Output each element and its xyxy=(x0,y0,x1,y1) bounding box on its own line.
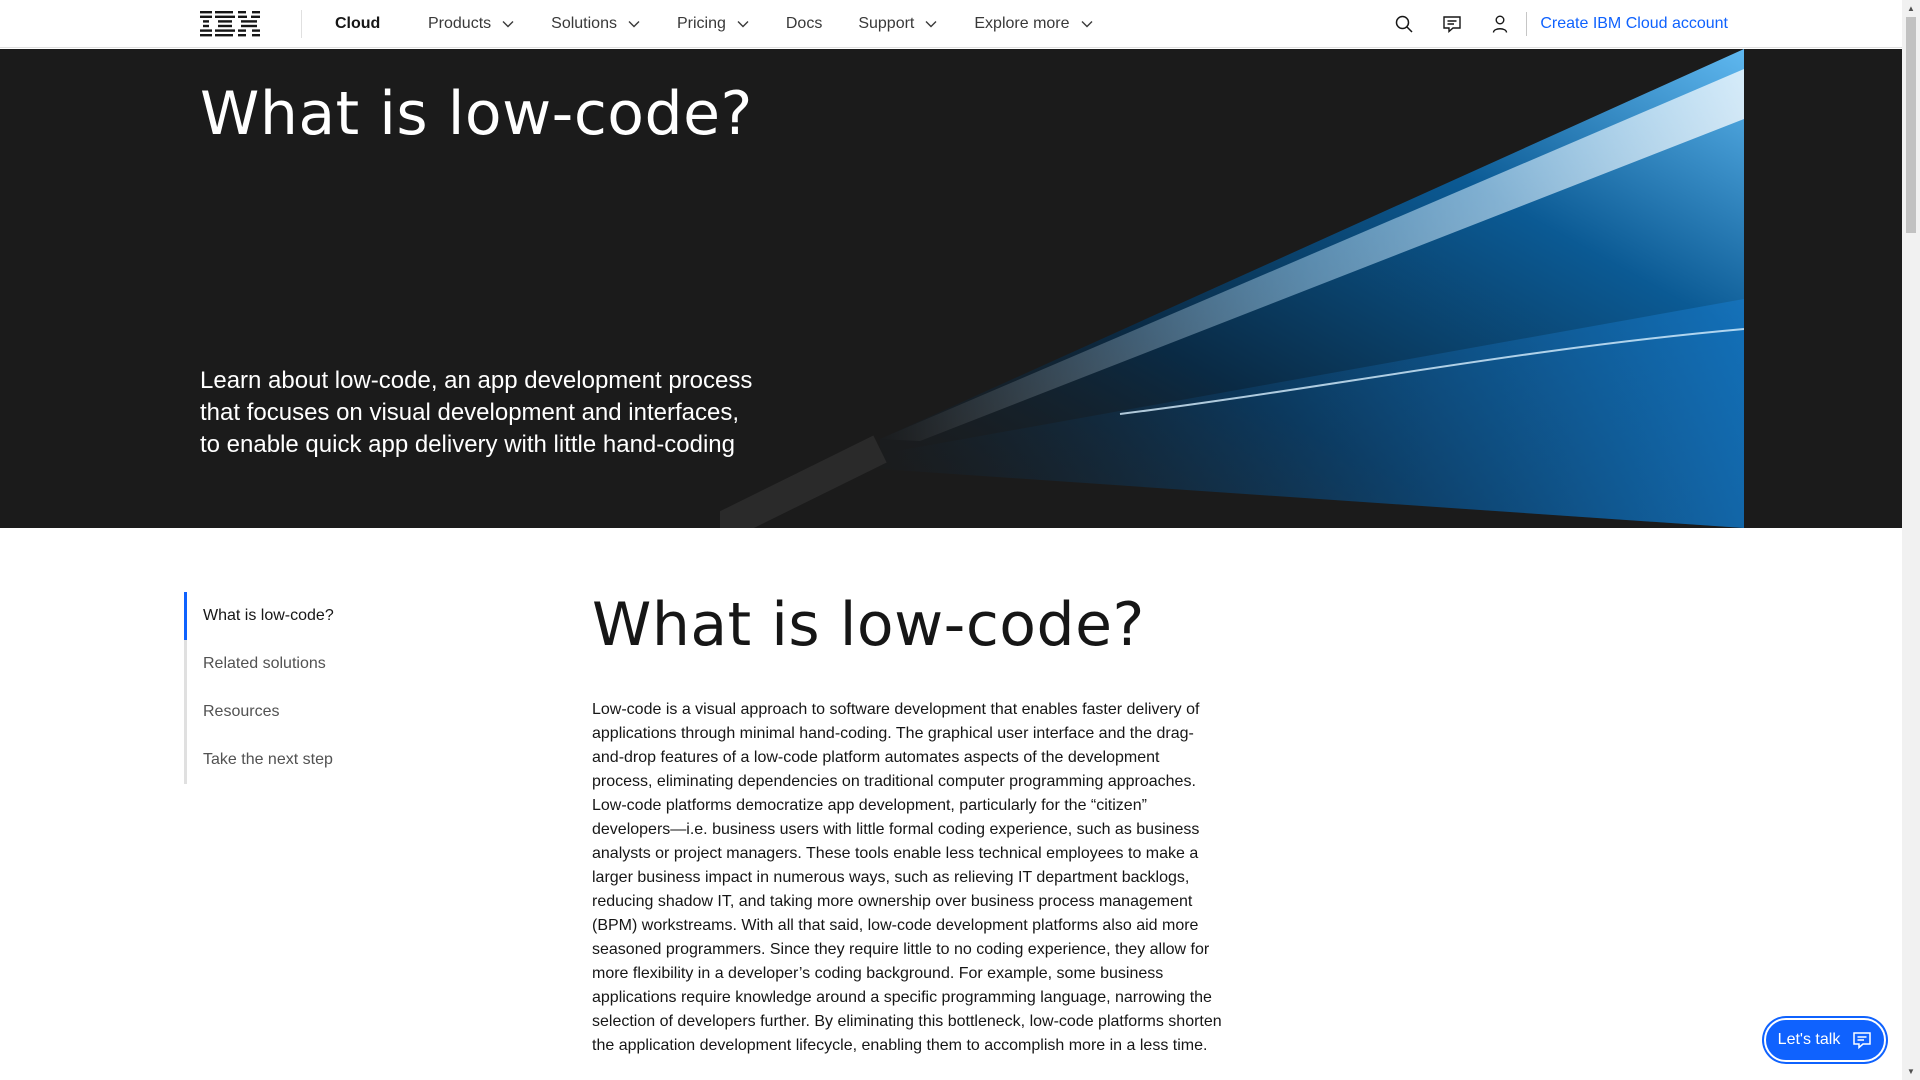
hero-lead-text: Learn about low-code, an app development… xyxy=(200,367,753,458)
scrollbar-thumb[interactable] xyxy=(1906,17,1916,233)
nav-divider xyxy=(1526,12,1528,36)
toc-item-what-is-low-code[interactable]: What is low-code? xyxy=(184,592,504,640)
nav-item-products[interactable]: Products xyxy=(410,0,533,48)
lets-talk-label: Let's talk xyxy=(1777,1031,1841,1048)
chevron-down-icon xyxy=(737,21,749,28)
hero-light-tunnel-image xyxy=(720,49,1744,528)
contact-button[interactable] xyxy=(1428,0,1476,48)
hero-title: What is low-code? xyxy=(200,79,753,149)
chevron-down-icon xyxy=(502,21,514,28)
nav-item-label: Support xyxy=(858,15,915,32)
chevron-down-icon xyxy=(925,21,937,28)
nav-divider xyxy=(301,10,302,38)
nav-utilities: Create IBM Cloud account xyxy=(1380,0,1902,48)
scroll-down-arrow-icon[interactable]: ▼ xyxy=(1902,1063,1920,1080)
profile-button[interactable] xyxy=(1476,0,1524,48)
article-body-paragraph: Low-code is a visual approach to softwar… xyxy=(592,701,1222,1054)
nav-item-pricing[interactable]: Pricing xyxy=(659,0,768,48)
nav-item-docs[interactable]: Docs xyxy=(768,0,840,48)
hero-banner: What is low-code? Learn about low-code, … xyxy=(0,49,1902,528)
lets-talk-button[interactable]: Let's talk xyxy=(1764,1018,1886,1062)
section-heading: What is low-code? xyxy=(592,590,1145,660)
nav-item-label: Solutions xyxy=(551,15,617,32)
chat-icon xyxy=(1853,1032,1872,1050)
scroll-up-arrow-icon[interactable]: ▲ xyxy=(1902,0,1920,17)
article-content: What is low-code? Low-code is a visual a… xyxy=(592,590,1222,1058)
chevron-down-icon xyxy=(628,21,640,28)
nav-item-label: Docs xyxy=(785,15,823,32)
search-icon xyxy=(1396,15,1413,33)
ibm-logo[interactable] xyxy=(200,11,260,37)
create-account-link[interactable]: Create IBM Cloud account xyxy=(1540,15,1728,33)
search-button[interactable] xyxy=(1380,0,1428,48)
top-navigation: Cloud Products Solutions Pricing Docs Su… xyxy=(0,0,1902,48)
toc-item-resources[interactable]: Resources xyxy=(184,688,504,736)
nav-item-explore-more[interactable]: Explore more xyxy=(956,0,1111,48)
nav-item-label: Pricing xyxy=(676,15,726,32)
chat-icon xyxy=(1443,16,1462,34)
toc-item-related-solutions[interactable]: Related solutions xyxy=(184,640,504,688)
toc-item-take-the-next-step[interactable]: Take the next step xyxy=(184,736,504,784)
user-icon xyxy=(1493,15,1508,33)
table-of-contents: What is low-code? Related solutions Reso… xyxy=(184,592,504,784)
nav-item-support[interactable]: Support xyxy=(840,0,956,48)
main-menu: Products Solutions Pricing Docs Support … xyxy=(410,0,1112,48)
nav-item-label: Explore more xyxy=(974,15,1070,32)
nav-item-solutions[interactable]: Solutions xyxy=(533,0,659,48)
page-scrollbar[interactable]: ▲ ▼ xyxy=(1902,0,1920,1080)
brand-cloud-link[interactable]: Cloud xyxy=(335,0,380,48)
chevron-down-icon xyxy=(1081,21,1093,28)
nav-item-label: Products xyxy=(428,15,492,32)
